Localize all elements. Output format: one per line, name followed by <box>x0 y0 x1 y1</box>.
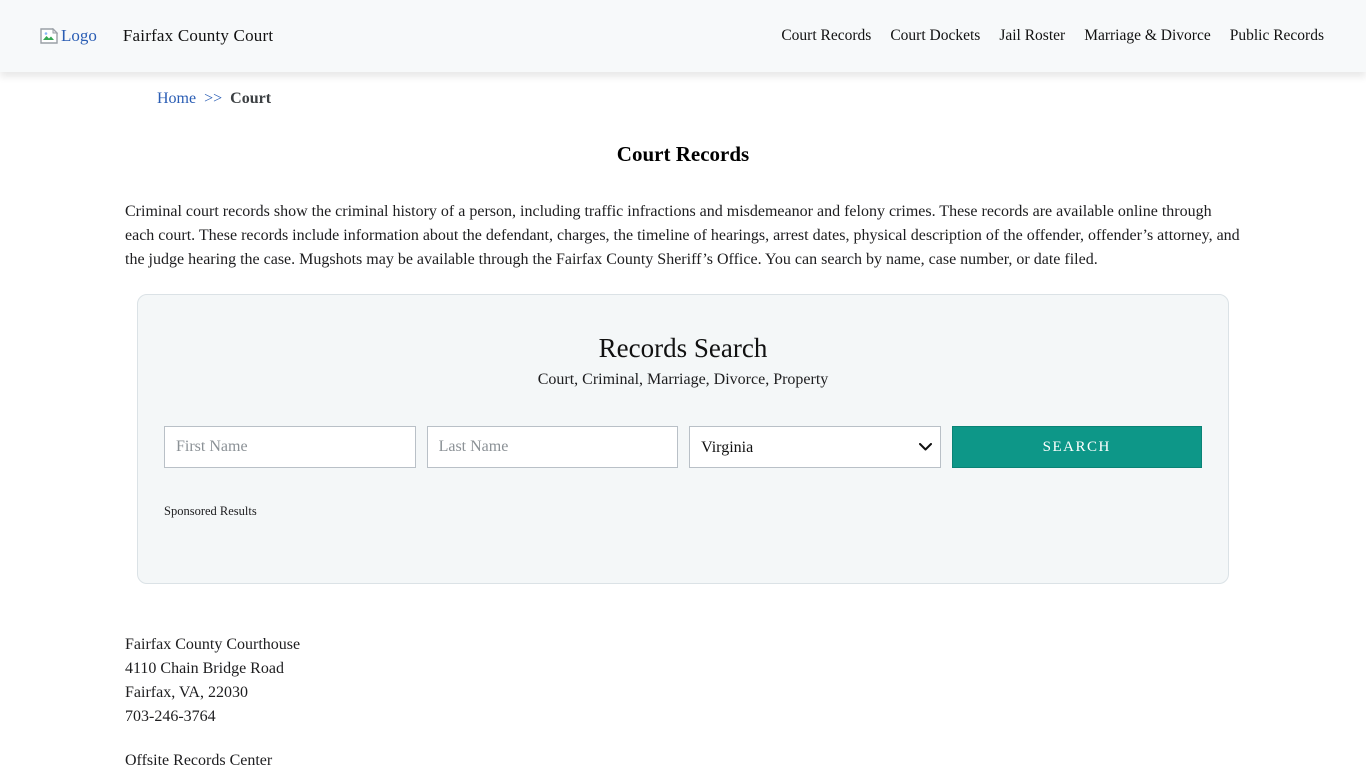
footer-address-city: Fairfax, VA, 22030 <box>125 681 1241 705</box>
site-title: Fairfax County Court <box>123 26 273 46</box>
footer-contact: Fairfax County Courthouse 4110 Chain Bri… <box>125 633 1241 773</box>
main-content: Court Records Criminal court records sho… <box>125 142 1241 773</box>
page-title: Court Records <box>125 142 1241 167</box>
broken-image-icon <box>40 28 58 44</box>
records-search-card: Records Search Court, Criminal, Marriage… <box>137 294 1229 584</box>
logo-alt-text: Logo <box>61 26 97 46</box>
search-form: Virginia SEARCH <box>164 426 1202 468</box>
nav-court-dockets[interactable]: Court Dockets <box>890 27 980 45</box>
state-select-wrap: Virginia <box>689 426 940 468</box>
breadcrumb-separator: >> <box>204 90 222 107</box>
site-header: Logo Fairfax County Court Court Records … <box>0 0 1366 72</box>
footer-address-street: 4110 Chain Bridge Road <box>125 657 1241 681</box>
records-search-title: Records Search <box>164 333 1202 364</box>
breadcrumb: Home >> Court <box>157 90 1366 108</box>
logo-link[interactable]: Logo <box>40 26 97 46</box>
nav-jail-roster[interactable]: Jail Roster <box>999 27 1065 45</box>
footer-courthouse-name: Fairfax County Courthouse <box>125 633 1241 657</box>
first-name-input[interactable] <box>164 426 416 468</box>
nav-public-records[interactable]: Public Records <box>1230 27 1324 45</box>
search-button[interactable]: SEARCH <box>952 426 1202 468</box>
breadcrumb-current: Court <box>230 90 271 107</box>
footer-offsite-label: Offsite Records Center <box>125 749 1241 773</box>
main-nav: Court Records Court Dockets Jail Roster … <box>781 27 1324 45</box>
records-search-subtitle: Court, Criminal, Marriage, Divorce, Prop… <box>164 371 1202 389</box>
state-select[interactable]: Virginia <box>689 426 940 468</box>
footer-phone: 703-246-3764 <box>125 705 1241 729</box>
nav-court-records[interactable]: Court Records <box>781 27 871 45</box>
nav-marriage-divorce[interactable]: Marriage & Divorce <box>1084 27 1211 45</box>
last-name-input[interactable] <box>427 426 679 468</box>
sponsored-results-label: Sponsored Results <box>164 504 1202 519</box>
breadcrumb-home-link[interactable]: Home <box>157 90 196 107</box>
intro-paragraph: Criminal court records show the criminal… <box>125 200 1241 272</box>
